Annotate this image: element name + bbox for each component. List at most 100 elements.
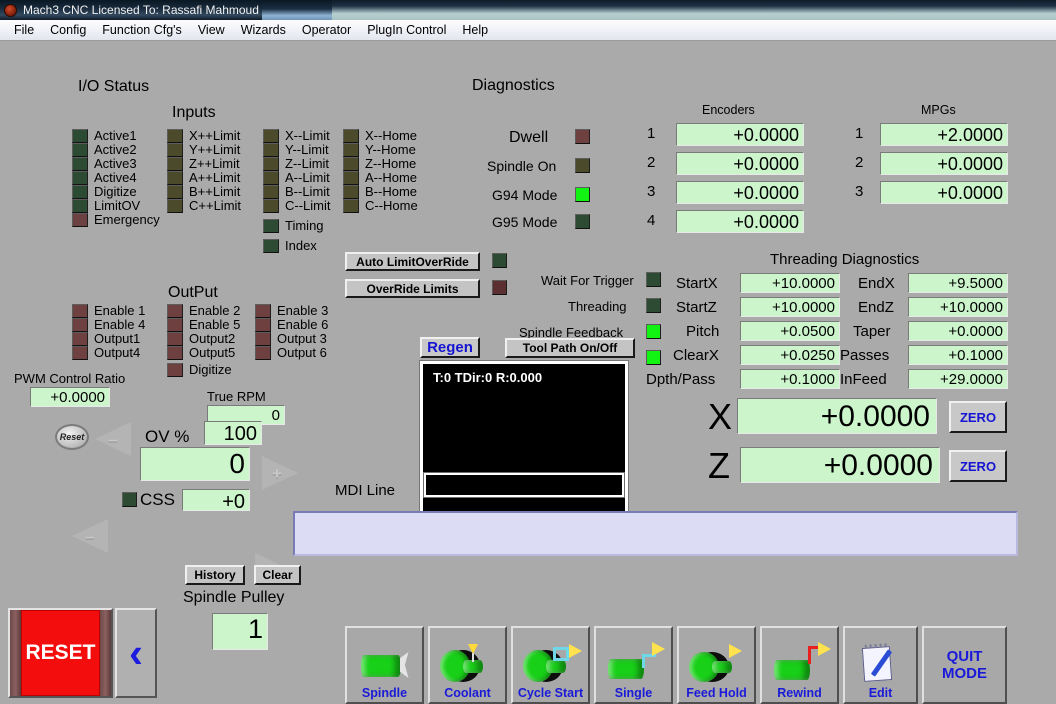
io-led-row[interactable]: Enable 2	[167, 304, 240, 318]
io-led-row[interactable]: LimitOV	[72, 199, 160, 213]
mpg-value-2[interactable]: +0.0000	[880, 152, 1008, 175]
io-led-row[interactable]: Output5	[167, 346, 240, 360]
feed-override-value[interactable]: 0	[140, 447, 250, 481]
io-led-row[interactable]: Enable 3	[255, 304, 328, 318]
menu-item-file[interactable]: File	[6, 21, 42, 39]
taper-value[interactable]: +0.0000	[908, 321, 1008, 341]
mpg-value-3[interactable]: +0.0000	[880, 181, 1008, 204]
mdi-entry-field[interactable]	[293, 511, 1018, 556]
io-led-row[interactable]: Active3	[72, 157, 160, 171]
io-led-row[interactable]: A--Home	[343, 171, 418, 185]
io-led-row[interactable]: Enable 4	[72, 318, 145, 332]
io-led-row[interactable]: Output 3	[255, 332, 328, 346]
io-led-row[interactable]: A--Limit	[263, 171, 331, 185]
menu-item-help[interactable]: Help	[454, 21, 496, 39]
pitch-value[interactable]: +0.0500	[740, 321, 840, 341]
infeed-value[interactable]: +29.0000	[908, 369, 1008, 389]
cycle-start-button[interactable]: Cycle Start	[511, 626, 590, 704]
io-led-row[interactable]: Z--Home	[343, 157, 418, 171]
io-led-row[interactable]: Output 6	[255, 346, 328, 360]
menu-item-wizards[interactable]: Wizards	[233, 21, 294, 39]
io-led-row[interactable]: Z--Limit	[263, 157, 331, 171]
io-led-row[interactable]: Y--Limit	[263, 143, 331, 157]
io-led-row[interactable]: C++Limit	[167, 199, 241, 213]
io-led-row[interactable]: Y--Home	[343, 143, 418, 157]
override-reset-knob[interactable]: Reset	[55, 424, 89, 450]
quit-mode-button[interactable]: QUIT MODE	[922, 626, 1007, 704]
io-led-row[interactable]: Index	[263, 239, 331, 253]
io-led-row[interactable]: Timing	[263, 219, 331, 233]
encoder-value-4[interactable]: +0.0000	[676, 210, 804, 233]
spindle-pulley-value[interactable]: 1	[212, 613, 268, 650]
encoder-value-2[interactable]: +0.0000	[676, 152, 804, 175]
x-axis-dro[interactable]: +0.0000	[737, 398, 937, 434]
io-led-row[interactable]: Active2	[72, 143, 160, 157]
io-led-row[interactable]: X++Limit	[167, 129, 241, 143]
override-limits-button[interactable]: OverRide Limits	[345, 279, 480, 298]
io-led-row[interactable]: Enable 6	[255, 318, 328, 332]
menu-item-plugin-control[interactable]: PlugIn Control	[359, 21, 454, 39]
feed-hold-button[interactable]: Feed Hold	[677, 626, 756, 704]
io-led-row[interactable]: X--Limit	[263, 129, 331, 143]
io-led-row[interactable]: Enable 1	[72, 304, 145, 318]
io-led-row[interactable]: X--Home	[343, 129, 418, 143]
led-x-minus-limit	[263, 129, 279, 143]
depth-per-pass-value[interactable]: +0.1000	[740, 369, 840, 389]
menu-item-config[interactable]: Config	[42, 21, 94, 39]
reset-button-frame[interactable]: RESET	[8, 608, 113, 698]
io-led-row[interactable]: B--Home	[343, 185, 418, 199]
io-led-row[interactable]: C--Home	[343, 199, 418, 213]
toolpath-onoff-button[interactable]: Tool Path On/Off	[505, 338, 635, 358]
mpg-value-1[interactable]: +2.0000	[880, 123, 1008, 146]
ov-percent-value[interactable]: 100	[204, 421, 262, 445]
io-led-row[interactable]: Output2	[167, 332, 240, 346]
led-label: Enable 4	[94, 317, 146, 332]
endx-value[interactable]: +9.5000	[908, 273, 1008, 293]
io-led-row[interactable]: C--Limit	[263, 199, 331, 213]
edit-button[interactable]: Edit	[843, 626, 918, 704]
css-value[interactable]: +0	[182, 489, 250, 511]
io-led-row[interactable]: A++Limit	[167, 171, 241, 185]
endz-value[interactable]: +10.0000	[908, 297, 1008, 317]
io-led-row[interactable]: Y++Limit	[167, 143, 241, 157]
z-axis-dro[interactable]: +0.0000	[740, 447, 940, 483]
encoder-value-3[interactable]: +0.0000	[676, 181, 804, 204]
io-led-row[interactable]: Enable 5	[167, 318, 240, 332]
menu-item-operator[interactable]: Operator	[294, 21, 359, 39]
clear-button[interactable]: Clear	[254, 565, 301, 585]
startz-value[interactable]: +10.0000	[740, 297, 840, 317]
passes-value[interactable]: +0.1000	[908, 345, 1008, 365]
z-zero-button[interactable]: ZERO	[949, 450, 1007, 482]
io-led-row[interactable]: Digitize	[167, 363, 240, 377]
coolant-button[interactable]: Coolant	[428, 626, 507, 704]
startx-value[interactable]: +10.0000	[740, 273, 840, 293]
led-output4	[72, 346, 88, 360]
menu-item-view[interactable]: View	[190, 21, 233, 39]
menu-bar[interactable]: File Config Function Cfg's View Wizards …	[0, 20, 1056, 41]
io-led-row[interactable]: Output1	[72, 332, 145, 346]
io-led-row[interactable]: Emergency	[72, 213, 160, 227]
back-button[interactable]: ‹	[115, 608, 157, 698]
menu-item-function-cfgs[interactable]: Function Cfg's	[94, 21, 190, 39]
history-button[interactable]: History	[185, 565, 245, 585]
endx-label: EndX	[858, 275, 895, 292]
pwm-control-ratio-value[interactable]: +0.0000	[30, 387, 110, 407]
clearx-value[interactable]: +0.0250	[740, 345, 840, 365]
spindle-button[interactable]: Spindle	[345, 626, 424, 704]
io-led-row[interactable]: Digitize	[72, 185, 160, 199]
io-led-row[interactable]: Active1	[72, 129, 160, 143]
io-led-row[interactable]: Active4	[72, 171, 160, 185]
x-zero-button[interactable]: ZERO	[949, 401, 1007, 433]
regen-button[interactable]: Regen	[420, 337, 480, 358]
io-led-row[interactable]: Z++Limit	[167, 157, 241, 171]
feed-increase-button[interactable]: +	[255, 553, 1056, 587]
reset-button[interactable]: RESET	[21, 610, 100, 696]
io-led-row[interactable]: B++Limit	[167, 185, 241, 199]
io-led-row[interactable]: Output4	[72, 346, 145, 360]
encoder-value-1[interactable]: +0.0000	[676, 123, 804, 146]
single-button[interactable]: Single	[594, 626, 673, 704]
io-led-row[interactable]: B--Limit	[263, 185, 331, 199]
rewind-button[interactable]: Rewind	[760, 626, 839, 704]
mdi-line-small-display[interactable]	[423, 472, 625, 498]
auto-limit-override-button[interactable]: Auto LimitOverRide	[345, 252, 480, 271]
